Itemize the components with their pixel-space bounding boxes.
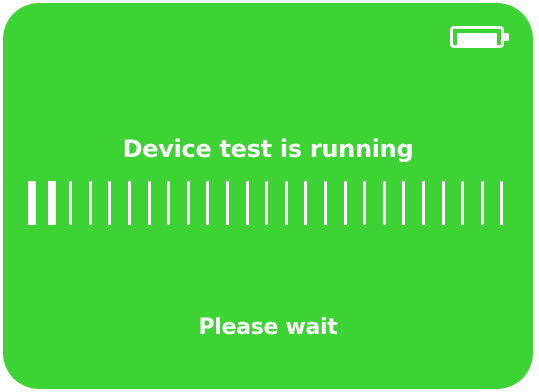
progress-segment-pending [206,181,210,225]
progress-segment-pending [304,181,308,225]
progress-segment-pending [147,181,151,225]
status-title: Device test is running [122,135,414,163]
progress-segment-pending [441,181,445,225]
progress-segment-pending [265,181,269,225]
progress-segment-pending [69,181,73,225]
progress-segment-complete [47,181,56,225]
progress-segment-pending [167,181,171,225]
battery-tip [504,33,509,41]
progress-segment-pending [343,181,347,225]
progress-segment-pending [461,181,465,225]
progress-segment-pending [88,181,92,225]
progress-segment-pending [226,181,229,225]
status-subtitle: Please wait [198,315,338,340]
battery-body [450,26,504,48]
progress-segment-pending [422,181,425,225]
progress-segment-pending [128,181,131,225]
progress-segment-pending [480,181,484,225]
progress-segment-pending [108,181,112,225]
progress-segment-pending [382,181,386,225]
progress-segment-pending [363,181,367,225]
progress-segment-pending [500,181,504,225]
progress-segment-pending [284,181,288,225]
battery-icon [450,26,520,50]
progress-segment-complete [28,181,36,225]
progress-segment-pending [245,181,249,225]
progress-segment-pending [402,181,406,225]
segmented-progress-bar [28,181,518,225]
battery-fill [457,33,497,47]
device-screen: Device test is running Please wait [3,3,533,389]
progress-segment-pending [324,181,327,225]
progress-segment-pending [186,181,190,225]
